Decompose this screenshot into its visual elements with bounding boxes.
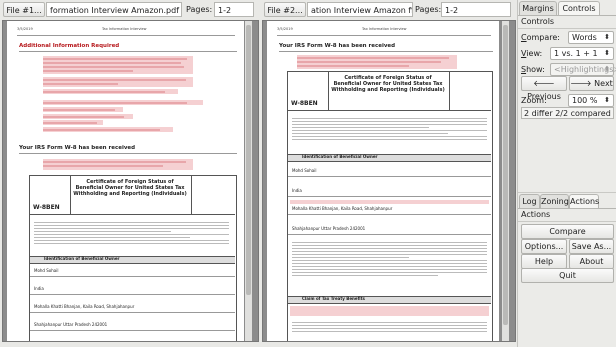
left-vertical-scrollbar[interactable] <box>245 21 252 341</box>
pages2-input[interactable]: 1-2 <box>441 2 511 17</box>
show-select[interactable]: <Highlightings> ⬍ <box>550 63 616 76</box>
right-section-rule <box>279 51 493 52</box>
left-highlight-block1 <box>43 56 193 74</box>
options-button[interactable]: Options... <box>521 239 567 254</box>
right-address-value: Mohalla Khatti Bhanjan, Kaila Road, Shah… <box>292 206 393 211</box>
left-w8-form: Certificate of Foreign Status of Benefic… <box>29 175 237 341</box>
quit-button[interactable]: Quit <box>521 268 614 283</box>
left-address-value: Mohalla Khatti Bhanjan, Kaila Road, Shah… <box>34 304 135 309</box>
right-header: Tax Information Interview <box>362 27 407 31</box>
left-section1-title: Additional Information Required <box>19 43 120 49</box>
show-label: Show: <box>521 65 545 74</box>
left-city-value: Shahjahanpur Uttar Pradesh 242001 <box>34 322 108 327</box>
left-page: 3/5/2019 Tax Information Interview Addit… <box>7 21 244 341</box>
left-section1-rule <box>19 51 237 52</box>
right-form-number: W-8BEN <box>291 100 318 107</box>
left-highlight-line6 <box>43 114 133 119</box>
right-scrollbar-thumb[interactable] <box>503 25 508 325</box>
compare-mode-select[interactable]: Words ⬍ <box>568 31 614 44</box>
chevron-updown-icon: ⬍ <box>604 49 610 57</box>
controls-title: Controls <box>521 17 555 26</box>
left-header-rule <box>17 35 235 36</box>
left-highlight-line4 <box>43 100 203 105</box>
compare-mode-label: Compare: <box>521 33 560 42</box>
left-section2-title: Your IRS Form W-8 has been received <box>19 145 136 151</box>
view-label: View: <box>521 49 543 58</box>
tab-controls[interactable]: Controls <box>558 1 600 15</box>
right-section-title: Your IRS Form W-8 has been received <box>279 43 396 49</box>
right-vertical-scrollbar[interactable] <box>502 21 509 341</box>
left-section2-rule <box>19 153 237 154</box>
tab-log[interactable]: Log <box>519 194 540 208</box>
tab-actions[interactable]: Actions <box>569 194 599 208</box>
left-part1-title: Identification of Beneficial Owner <box>44 256 120 261</box>
right-cert-title: Certificate of Foreign Status of Benefic… <box>331 75 445 93</box>
right-city-value: Shahjahanpur Uttar Pradesh 242001 <box>292 226 366 231</box>
left-highlight-line5 <box>43 107 123 112</box>
left-scrollbar-thumb[interactable] <box>246 25 251 295</box>
left-date: 3/5/2019 <box>17 27 33 31</box>
left-cert-title: Certificate of Foreign Status of Benefic… <box>73 179 187 197</box>
view-select[interactable]: 1 vs. 1 + 1 ⬍ <box>550 47 614 60</box>
right-page: 3/5/2019 Tax Information Interview Your … <box>267 21 499 341</box>
right-country-value: India <box>292 188 302 193</box>
tab-margins[interactable]: Margins <box>519 1 557 15</box>
compare-button[interactable]: Compare <box>521 224 614 239</box>
next-button[interactable]: 🡒 Next <box>569 76 614 91</box>
arrow-left-icon: 🡐 <box>533 79 555 88</box>
left-highlight-line8 <box>43 127 173 132</box>
tab-zoning[interactable]: Zoning <box>540 194 569 208</box>
right-header-rule <box>277 35 491 36</box>
save-as-button[interactable]: Save As... <box>569 239 614 254</box>
right-highlight-block <box>297 55 457 69</box>
compare-status: 2 differ 2/2 compared <box>521 107 614 119</box>
right-document-pane[interactable]: 3/5/2019 Tax Information Interview Your … <box>262 20 516 342</box>
left-highlight-line3 <box>43 89 178 94</box>
right-highlight-line3 <box>290 306 489 316</box>
left-document-pane[interactable]: 3/5/2019 Tax Information Interview Addit… <box>2 20 259 342</box>
right-w8-form: Certificate of Foreign Status of Benefic… <box>287 71 493 341</box>
sidebar: Margins Controls Controls Compare: Words… <box>517 0 616 347</box>
file1-name-field[interactable]: formation Interview Amazon.pdf <box>46 2 182 17</box>
right-part2-title: Claim of Tax Treaty Benefits <box>302 296 365 301</box>
right-highlight-line2 <box>290 200 489 204</box>
arrow-right-icon: 🡒 <box>570 79 592 88</box>
actions-title: Actions <box>521 210 551 219</box>
spin-arrows-icon[interactable]: ⬍ <box>604 95 610 106</box>
left-name-value: Mohd Sohail <box>34 268 59 273</box>
right-name-value: Mohd Sohail <box>292 168 317 173</box>
left-form-number: W-8BEN <box>33 204 60 211</box>
file2-button[interactable]: File #2... <box>264 2 306 17</box>
chevron-updown-icon: ⬍ <box>604 65 610 73</box>
right-date: 3/5/2019 <box>277 27 293 31</box>
pages1-label: Pages: <box>186 5 213 14</box>
left-highlight-block9 <box>43 159 193 170</box>
left-highlight-block2 <box>43 77 193 87</box>
left-country-value: India <box>34 286 44 291</box>
left-highlight-line7 <box>43 120 103 125</box>
file1-button[interactable]: File #1... <box>3 2 45 17</box>
zoom-label: Zoom: <box>521 96 547 105</box>
about-button[interactable]: About <box>569 254 614 269</box>
right-part1-title: Identification of Beneficial Owner <box>302 154 378 159</box>
pages2-label: Pages: <box>415 5 442 14</box>
help-button[interactable]: Help <box>521 254 567 269</box>
file2-name-field[interactable]: ation Interview Amazon final.pdf <box>307 2 413 17</box>
left-header: Tax Information Interview <box>102 27 147 31</box>
pages1-input[interactable]: 1-2 <box>214 2 254 17</box>
chevron-updown-icon: ⬍ <box>604 33 610 41</box>
previous-button[interactable]: 🡐 Previous <box>521 76 567 101</box>
zoom-spinbox[interactable]: 100 % ⬍ <box>568 94 614 107</box>
